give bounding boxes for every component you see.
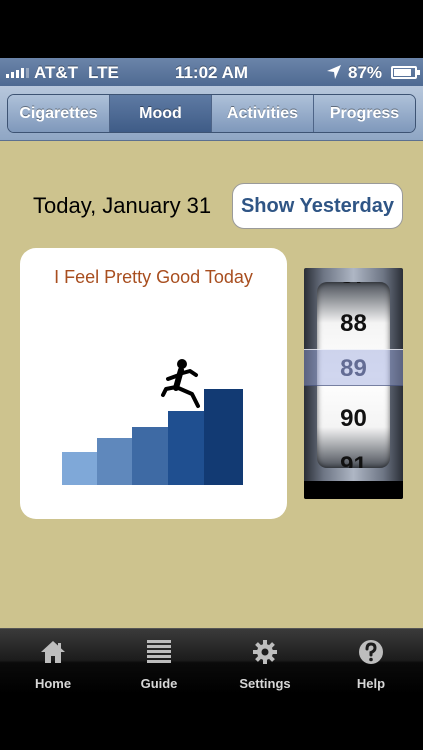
stair-step xyxy=(204,389,243,485)
tab-label: Home xyxy=(34,676,72,691)
picker-item[interactable]: 91 xyxy=(317,452,390,468)
stair-step xyxy=(168,411,206,485)
picker-bottom-bar xyxy=(304,481,403,499)
tab-guide[interactable]: Guide xyxy=(106,629,212,695)
tab-label: Mood xyxy=(139,104,182,122)
stair-step xyxy=(62,452,99,485)
mood-card: I Feel Pretty Good Today xyxy=(20,248,287,519)
top-bezel xyxy=(0,0,423,58)
tab-activities[interactable]: Activities xyxy=(212,95,314,132)
location-arrow-icon xyxy=(327,65,341,79)
mood-illustration xyxy=(62,359,243,485)
tab-label: Guide xyxy=(140,676,178,691)
show-yesterday-label: Show Yesterday xyxy=(240,194,395,217)
tab-label: Progress xyxy=(329,104,400,122)
section-tab-strip: Cigarettes Mood Activities Progress xyxy=(0,86,423,141)
tab-mood[interactable]: Mood xyxy=(110,95,212,132)
tab-settings[interactable]: Settings xyxy=(212,629,318,695)
gear-icon xyxy=(253,640,277,664)
house-icon xyxy=(41,641,65,663)
running-person-icon xyxy=(161,359,200,408)
tab-help[interactable]: Help xyxy=(318,629,423,695)
bottom-tab-bar: Home Guide Settings Help xyxy=(0,628,423,694)
battery-icon xyxy=(391,66,420,79)
mood-content: Today, January 31 Show Yesterday I Feel … xyxy=(0,141,423,628)
tab-home[interactable]: Home xyxy=(0,629,106,695)
tab-progress[interactable]: Progress xyxy=(314,95,415,132)
battery-percent: 87% xyxy=(348,63,383,82)
stair-step xyxy=(132,427,170,485)
tab-label: Settings xyxy=(239,676,291,691)
picker-item[interactable]: 90 xyxy=(317,405,390,433)
mood-score-picker[interactable]: 87 88 89 90 91 xyxy=(304,268,403,499)
status-bar: AT&T LTE 11:02 AM 87% xyxy=(0,58,423,86)
picker-selection-band xyxy=(304,349,403,386)
question-icon xyxy=(359,640,383,664)
tab-label: Help xyxy=(356,676,386,691)
list-icon xyxy=(147,640,171,663)
show-yesterday-button[interactable]: Show Yesterday xyxy=(232,183,403,229)
date-label: Today, January 31 xyxy=(33,193,212,218)
tab-label: Cigarettes xyxy=(19,104,98,122)
stair-step xyxy=(97,438,134,485)
bottom-bezel xyxy=(0,694,423,750)
segmented-control: Cigarettes Mood Activities Progress xyxy=(7,94,416,133)
tab-label: Activities xyxy=(226,104,299,122)
picker-item[interactable]: 88 xyxy=(317,310,390,338)
picker-item[interactable]: 87 xyxy=(317,282,390,290)
tab-cigarettes[interactable]: Cigarettes xyxy=(8,95,110,132)
